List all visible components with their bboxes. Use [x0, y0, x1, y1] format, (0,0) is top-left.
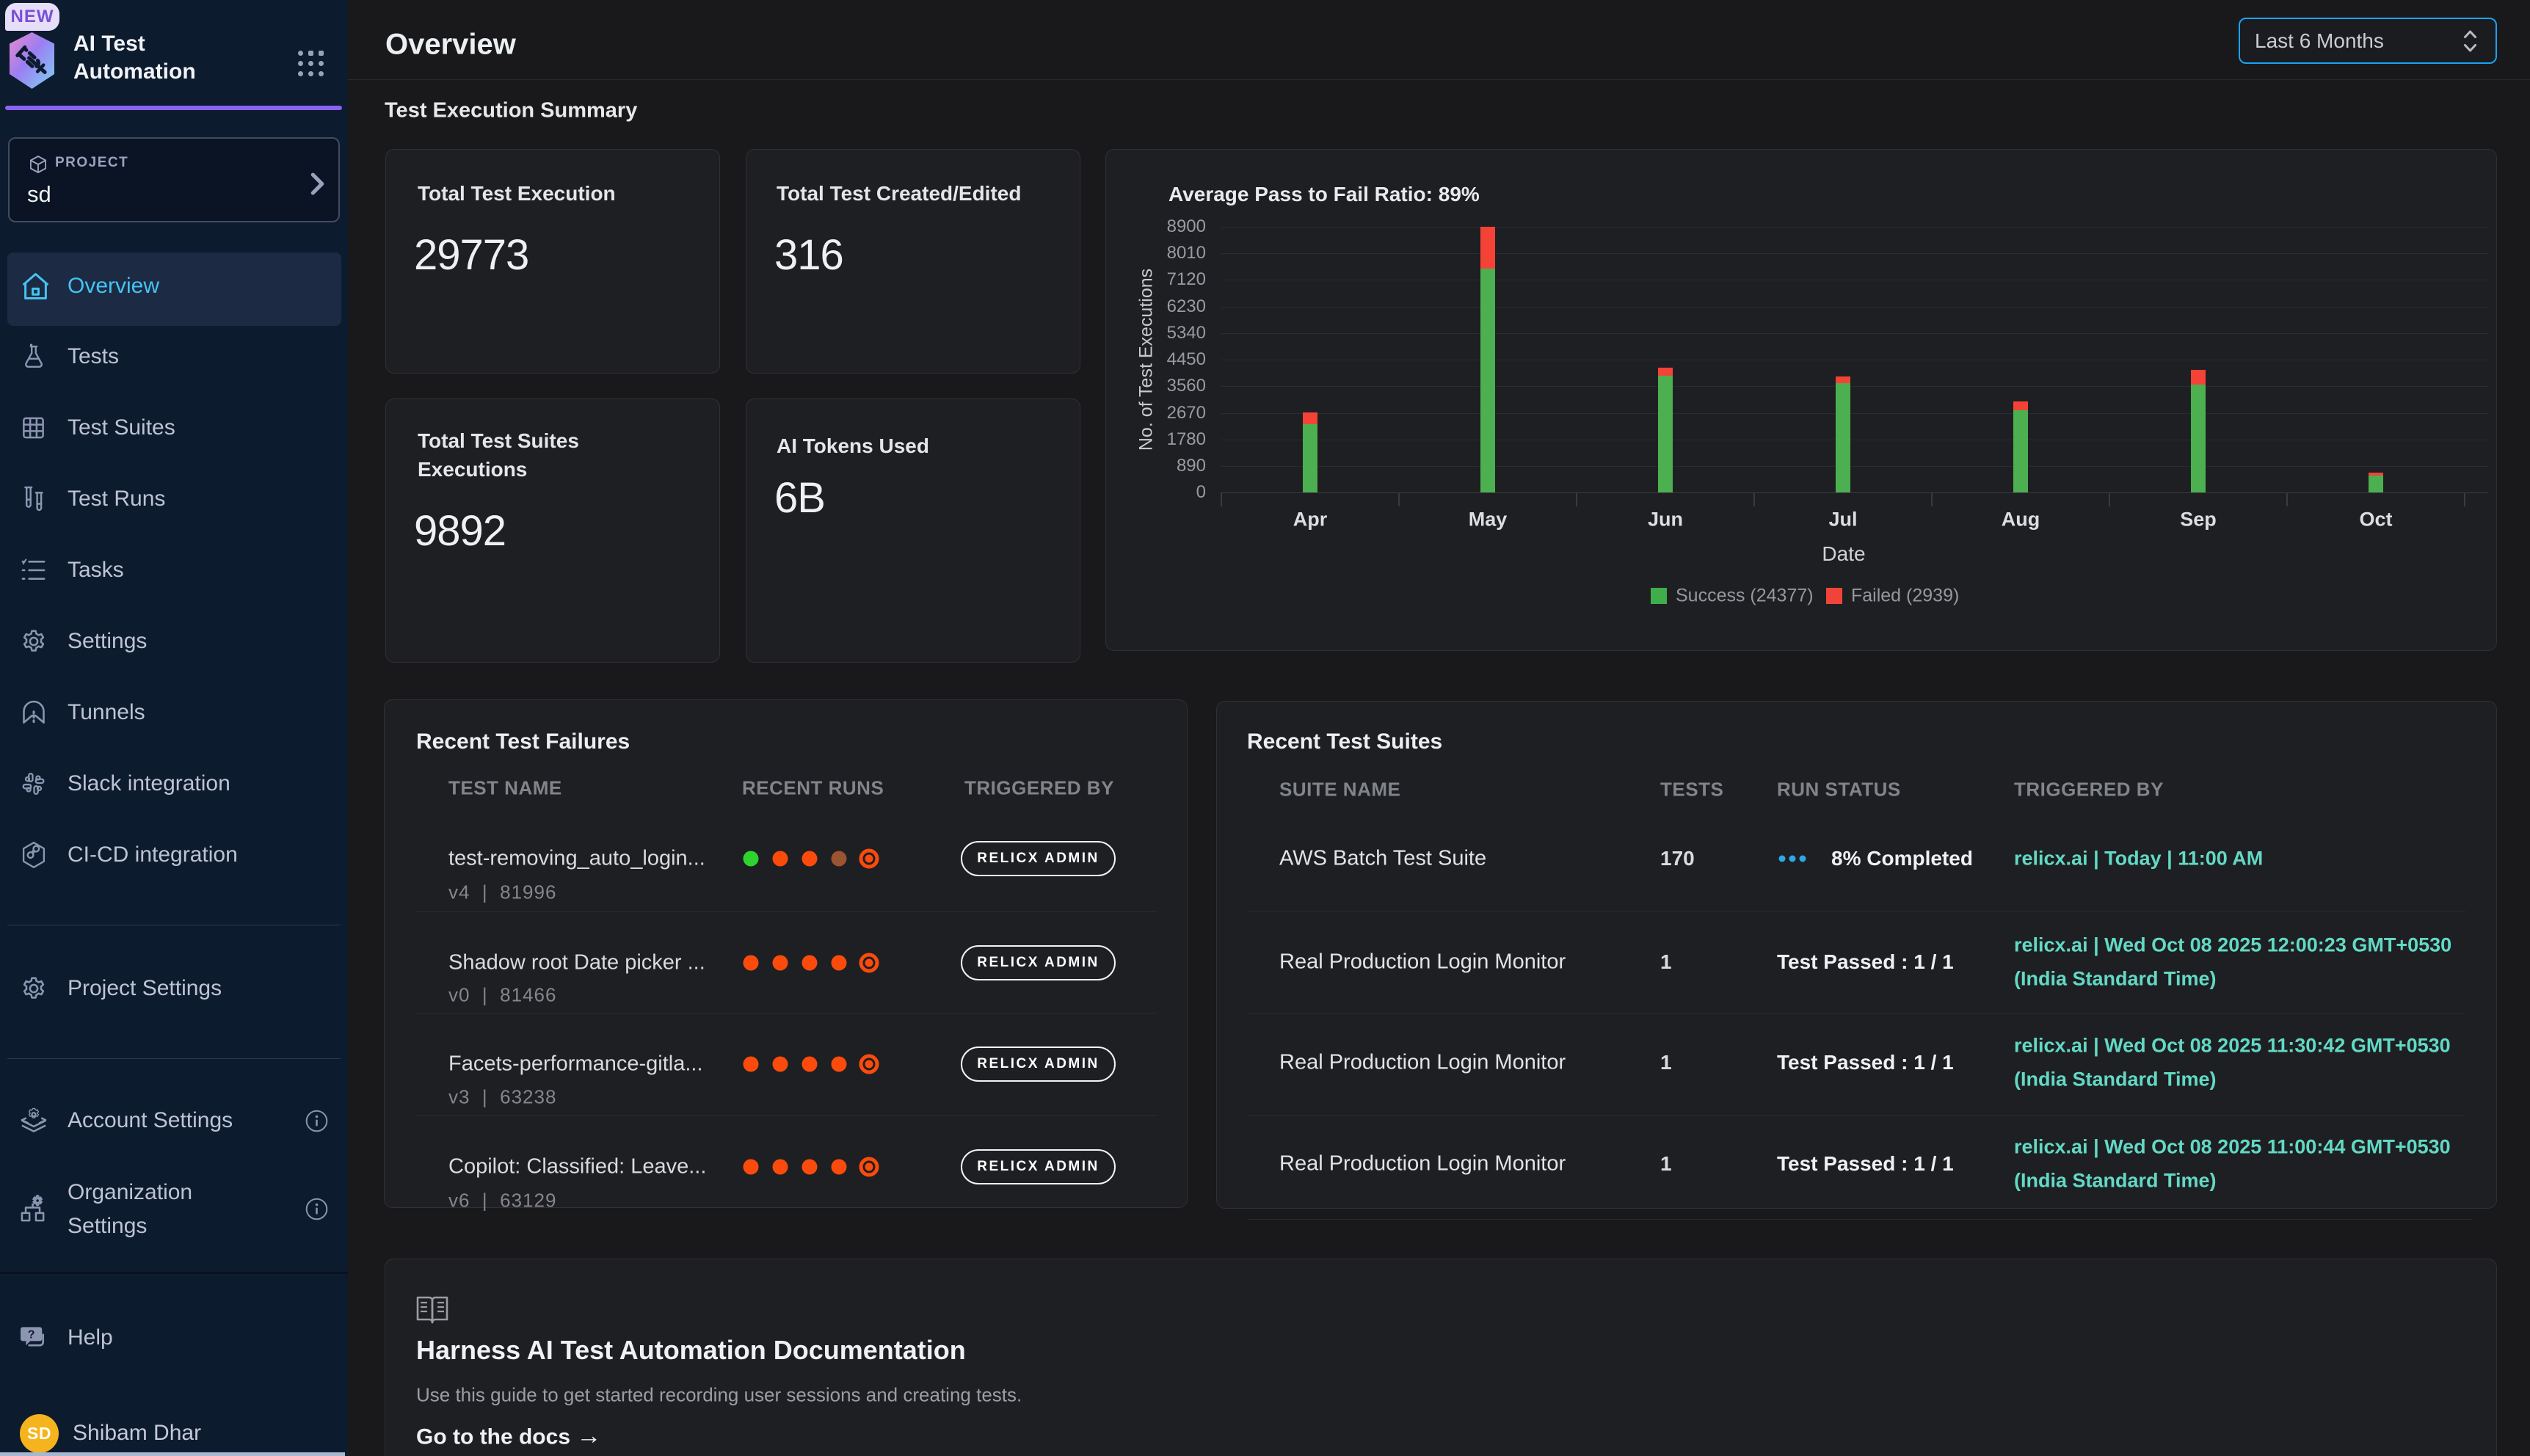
svg-text:?: ?	[28, 1328, 35, 1342]
